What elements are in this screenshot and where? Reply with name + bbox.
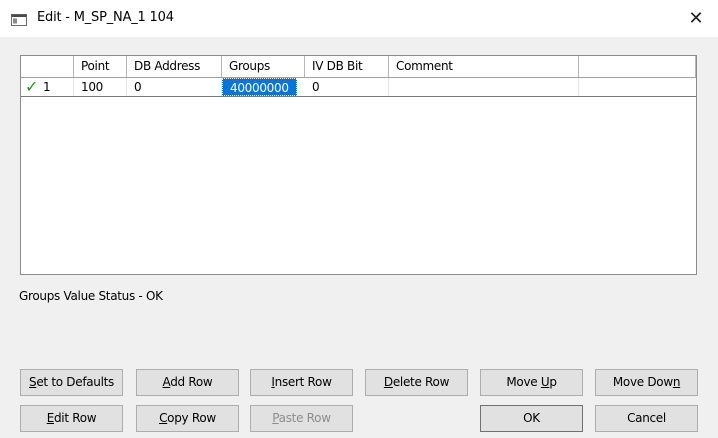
copy-row-button[interactable]: Copy Row — [136, 405, 239, 432]
ok-button[interactable]: OK — [480, 405, 583, 432]
cancel-button[interactable]: Cancel — [595, 405, 698, 432]
add-row-button[interactable]: Add Row — [136, 369, 239, 396]
header-comment[interactable]: Comment — [389, 56, 579, 77]
row-indicator-cell[interactable]: ✓ 1 — [21, 78, 74, 96]
grid-header: Point DB Address Groups IV DB Bit Commen… — [21, 56, 696, 78]
title-bar[interactable]: Edit - M_SP_NA_1 104 ✕ — [0, 0, 718, 37]
status-text: Groups Value Status - OK — [19, 289, 163, 303]
edit-row-button[interactable]: Edit Row — [20, 405, 123, 432]
cell-db-address[interactable]: 0 — [127, 78, 222, 96]
header-groups[interactable]: Groups — [222, 56, 305, 77]
close-button[interactable]: ✕ — [674, 0, 718, 37]
cell-point[interactable]: 100 — [74, 78, 127, 96]
paste-row-button[interactable]: Paste Row — [250, 405, 353, 432]
delete-row-button[interactable]: Delete Row — [365, 369, 468, 396]
window-title: Edit - M_SP_NA_1 104 — [37, 10, 174, 25]
header-iv-db-bit[interactable]: IV DB Bit — [305, 56, 389, 77]
checkmark-icon: ✓ — [25, 77, 39, 96]
table-row[interactable]: ✓ 1 100 0 40000000 0 — [21, 78, 696, 97]
row-number: 1 — [43, 80, 51, 94]
move-down-button[interactable]: Move Down — [595, 369, 698, 396]
window-icon — [11, 14, 27, 26]
insert-row-button[interactable]: Insert Row — [250, 369, 353, 396]
header-point[interactable]: Point — [74, 56, 127, 77]
cell-iv-db-bit[interactable]: 0 — [305, 78, 389, 96]
set-to-defaults-button[interactable]: Set to Defaults — [20, 369, 123, 396]
edit-dialog: Edit - M_SP_NA_1 104 ✕ Point DB Address … — [0, 0, 718, 438]
close-icon: ✕ — [688, 8, 704, 29]
header-row-indicator[interactable] — [21, 56, 74, 77]
move-up-button[interactable]: Move Up — [480, 369, 583, 396]
cell-groups-selected[interactable]: 40000000 — [222, 78, 297, 96]
header-filler — [579, 56, 696, 77]
points-grid[interactable]: Point DB Address Groups IV DB Bit Commen… — [20, 55, 697, 275]
cell-comment[interactable] — [389, 78, 579, 96]
header-db-address[interactable]: DB Address — [127, 56, 222, 77]
